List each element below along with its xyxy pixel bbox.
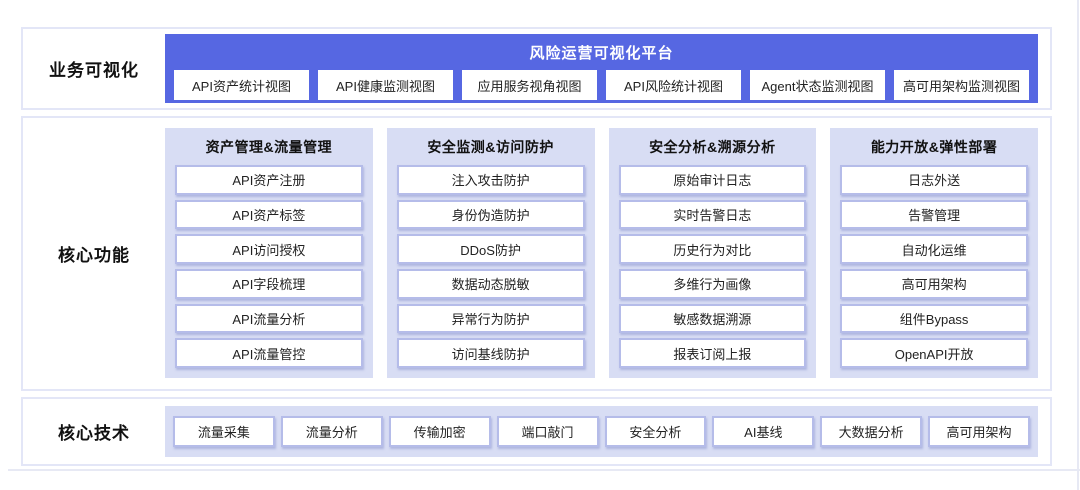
page-bottom-edge: [8, 469, 1080, 471]
column-items: API资产注册 API资产标签 API访问授权 API字段梳理 API流量分析 …: [175, 165, 363, 369]
column-header: 能力开放&弹性部署: [870, 139, 998, 155]
page-right-edge: [1077, 0, 1079, 490]
tech-item: 端口敲门: [496, 416, 599, 447]
function-item: API资产注册: [175, 165, 363, 195]
function-item: API字段梳理: [175, 269, 363, 299]
section-core-functions: 核心功能 资产管理&流量管理 API资产注册 API资产标签 API访问授权 A…: [21, 116, 1052, 391]
tech-item: 大数据分析: [820, 416, 923, 447]
view-api-risk-stats: API风险统计视图: [606, 70, 741, 100]
function-item: 日志外送: [840, 165, 1028, 195]
function-item: 敏感数据溯源: [618, 303, 807, 334]
view-api-asset-stats: API资产统计视图: [174, 70, 309, 100]
platform-title: 风险运营可视化平台: [529, 45, 674, 62]
tech-item: 传输加密: [388, 416, 491, 447]
view-ha-architecture-monitor: 高可用架构监测视图: [894, 70, 1029, 100]
function-item: 多维行为画像: [618, 269, 807, 299]
function-item: API流量分析: [175, 303, 363, 334]
function-item: 身份伪造防护: [396, 199, 585, 230]
column-capability-openness-elastic-deploy: 能力开放&弹性部署 日志外送 告警管理 自动化运维 高可用架构 组件Bypass…: [830, 128, 1038, 378]
view-api-health-monitor: API健康监测视图: [318, 70, 453, 100]
function-item: DDoS防护: [396, 234, 585, 265]
section-label-core-functions: 核心功能: [58, 246, 130, 265]
function-item: API资产标签: [175, 199, 363, 230]
function-item: 原始审计日志: [618, 165, 807, 195]
tech-item: 流量采集: [173, 416, 275, 447]
function-item: 报表订阅上报: [618, 338, 807, 369]
function-item: API访问授权: [175, 234, 363, 265]
column-items: 原始审计日志 实时告警日志 历史行为对比 多维行为画像 敏感数据溯源 报表订阅上…: [618, 165, 807, 369]
column-items: 日志外送 告警管理 自动化运维 高可用架构 组件Bypass OpenAPI开放: [840, 165, 1028, 369]
function-item: 告警管理: [840, 199, 1028, 230]
function-item: 自动化运维: [840, 234, 1028, 265]
column-security-analysis-tracing: 安全分析&溯源分析 原始审计日志 实时告警日志 历史行为对比 多维行为画像 敏感…: [608, 128, 817, 378]
column-header: 安全监测&访问防护: [427, 139, 554, 155]
column-asset-traffic-management: 资产管理&流量管理 API资产注册 API资产标签 API访问授权 API字段梳…: [165, 128, 373, 378]
view-app-service-perspective: 应用服务视角视图: [462, 70, 597, 100]
section-business-visualization: 业务可视化 风险运营可视化平台 API资产统计视图 API健康监测视图 应用服务…: [21, 27, 1052, 110]
function-item: 高可用架构: [840, 269, 1028, 299]
tech-item: AI基线: [712, 416, 815, 447]
function-item: 注入攻击防护: [396, 165, 585, 195]
column-header: 安全分析&溯源分析: [649, 139, 776, 155]
function-item: OpenAPI开放: [840, 338, 1028, 369]
column-items: 注入攻击防护 身份伪造防护 DDoS防护 数据动态脱敏 异常行为防护 访问基线防…: [396, 165, 585, 369]
column-header: 资产管理&流量管理: [205, 139, 333, 155]
function-item: 组件Bypass: [840, 303, 1028, 334]
function-item: 历史行为对比: [618, 234, 807, 265]
tech-item: 高可用架构: [928, 416, 1030, 447]
architecture-diagram: 业务可视化 风险运营可视化平台 API资产统计视图 API健康监测视图 应用服务…: [0, 0, 1080, 490]
tech-item: 安全分析: [604, 416, 707, 447]
function-columns: 资产管理&流量管理 API资产注册 API资产标签 API访问授权 API字段梳…: [165, 128, 1038, 378]
section-label-core-technologies: 核心技术: [58, 424, 130, 443]
function-item: 实时告警日志: [618, 199, 807, 230]
function-item: 数据动态脱敏: [396, 269, 585, 299]
view-agent-status-monitor: Agent状态监测视图: [750, 70, 885, 100]
technology-strip: 流量采集 流量分析 传输加密 端口敲门 安全分析 AI基线 大数据分析 高可用架…: [165, 406, 1038, 457]
section-label-business-visualization: 业务可视化: [49, 61, 139, 80]
diagram-sections: 业务可视化 风险运营可视化平台 API资产统计视图 API健康监测视图 应用服务…: [21, 27, 1052, 466]
column-security-monitor-access-protection: 安全监测&访问防护 注入攻击防护 身份伪造防护 DDoS防护 数据动态脱敏 异常…: [386, 128, 595, 378]
view-buttons-row: API资产统计视图 API健康监测视图 应用服务视角视图 API风险统计视图 A…: [174, 70, 1029, 100]
tech-item: 流量分析: [280, 416, 383, 447]
function-item: 异常行为防护: [396, 303, 585, 334]
platform-banner: 风险运营可视化平台 API资产统计视图 API健康监测视图 应用服务视角视图 A…: [165, 34, 1038, 103]
section-core-technologies: 核心技术 流量采集 流量分析 传输加密 端口敲门 安全分析 AI基线 大数据分析…: [21, 397, 1052, 466]
function-item: 访问基线防护: [396, 338, 585, 369]
function-item: API流量管控: [175, 338, 363, 369]
